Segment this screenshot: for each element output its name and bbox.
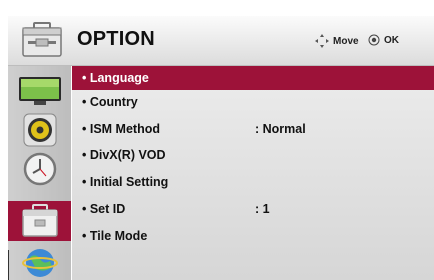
sidebar-item-picture[interactable] xyxy=(8,72,71,110)
option-menu-screen: OPTION Move OK • Language • Country • IS… xyxy=(0,0,434,280)
tv-screen-icon xyxy=(18,77,61,105)
briefcase-icon xyxy=(20,21,64,59)
globe-icon xyxy=(21,249,58,277)
four-way-arrow-icon xyxy=(315,34,329,48)
clock-icon xyxy=(23,152,56,186)
menu-header: OPTION Move OK xyxy=(8,16,434,66)
menu-item-label: • DivX(R) VOD xyxy=(82,148,166,162)
menu-item-value: : 1 xyxy=(255,202,270,216)
menu-item-label: • Language xyxy=(82,71,149,85)
option-list: • Language • Country • ISM Method : Norm… xyxy=(72,66,434,280)
menu-item-label: • Tile Mode xyxy=(82,229,148,243)
menu-item-divx-vod[interactable]: • DivX(R) VOD xyxy=(72,143,434,167)
move-hint: Move xyxy=(315,34,359,48)
category-sidebar xyxy=(8,66,71,280)
menu-item-set-id[interactable]: • Set ID : 1 xyxy=(72,197,434,221)
menu-item-value: : Normal xyxy=(255,122,306,136)
sidebar-item-option[interactable] xyxy=(8,201,71,241)
briefcase-icon xyxy=(21,204,58,237)
sidebar-item-audio[interactable] xyxy=(8,111,71,149)
menu-item-label: • Initial Setting xyxy=(82,175,169,189)
ok-label: OK xyxy=(384,34,399,46)
menu-item-label: • ISM Method xyxy=(82,122,160,136)
sidebar-item-time[interactable] xyxy=(8,150,71,188)
menu-item-language[interactable]: • Language xyxy=(72,66,434,90)
page-title: OPTION xyxy=(77,28,155,50)
speaker-icon xyxy=(23,113,56,147)
menu-item-country[interactable]: • Country xyxy=(72,90,434,114)
frame-edge-line xyxy=(8,250,9,280)
menu-item-ism-method[interactable]: • ISM Method : Normal xyxy=(72,117,434,141)
menu-item-label: • Set ID xyxy=(82,202,126,216)
menu-item-label: • Country xyxy=(82,95,138,109)
sidebar-item-network[interactable] xyxy=(8,242,71,280)
menu-item-initial-setting[interactable]: • Initial Setting xyxy=(72,170,434,194)
move-label: Move xyxy=(333,35,359,47)
ok-button-icon xyxy=(368,34,380,46)
menu-item-tile-mode[interactable]: • Tile Mode xyxy=(72,224,434,248)
ok-hint: OK xyxy=(368,34,399,46)
